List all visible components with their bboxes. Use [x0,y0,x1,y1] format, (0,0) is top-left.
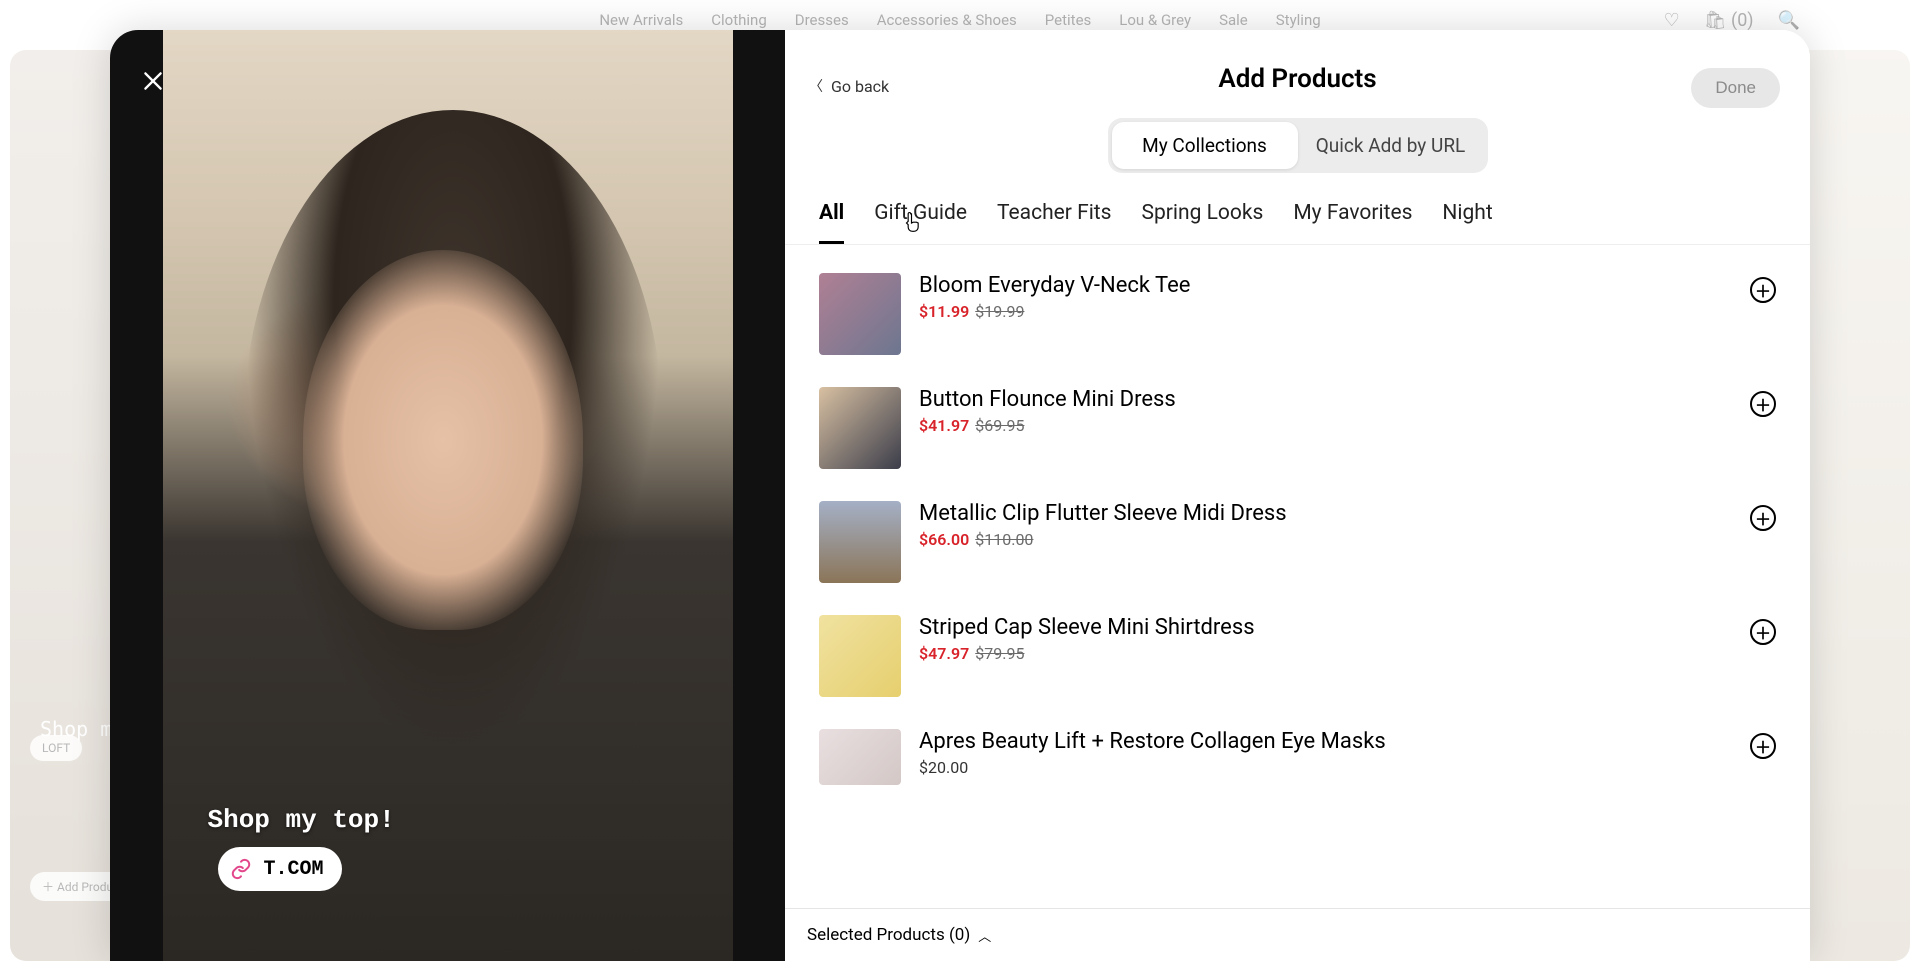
cat-tab-gift-guide[interactable]: Gift Guide [874,201,967,244]
product-info: Apres Beauty Lift + Restore Collagen Eye… [919,729,1732,777]
add-product-button[interactable]: ＋ [1750,505,1776,531]
cat-tab-all[interactable]: All [819,201,844,244]
tab-quick-add-url[interactable]: Quick Add by URL [1298,122,1484,169]
tab-my-collections[interactable]: My Collections [1112,122,1298,169]
product-price: $66.00$110.00 [919,530,1732,549]
story-video-frame[interactable]: Shop my top! T.COM [163,30,733,961]
product-name: Bloom Everyday V-Neck Tee [919,273,1732,298]
portrait-face [303,250,583,630]
product-name: Apres Beauty Lift + Restore Collagen Eye… [919,729,1732,754]
product-list[interactable]: Bloom Everyday V-Neck Tee $11.99$19.99 ＋… [785,245,1810,908]
cat-tab-teacher-fits[interactable]: Teacher Fits [997,201,1112,244]
product-info: Button Flounce Mini Dress $41.97$69.95 [919,387,1732,435]
product-price: $11.99$19.99 [919,302,1732,321]
selected-products-label: Selected Products (0) [807,925,970,945]
go-back-label: Go back [831,77,889,96]
cat-tab-my-favorites[interactable]: My Favorites [1293,201,1412,244]
link-icon [228,856,254,882]
product-info: Bloom Everyday V-Neck Tee $11.99$19.99 [919,273,1732,321]
segmented-control: My Collections Quick Add by URL [1108,118,1488,173]
product-thumb[interactable] [819,501,901,583]
video-caption: Shop my top! [208,805,395,835]
video-link-chip[interactable]: T.COM [218,847,342,891]
chevron-up-icon: ︿ [978,926,991,945]
product-name: Metallic Clip Flutter Sleeve Midi Dress [919,501,1732,526]
add-product-button[interactable]: ＋ [1750,391,1776,417]
cat-tab-spring-looks[interactable]: Spring Looks [1142,201,1264,244]
go-back-button[interactable]: 〈 Go back [809,76,889,96]
product-price: $20.00 [919,758,1732,777]
product-row: Bloom Everyday V-Neck Tee $11.99$19.99 ＋ [819,263,1776,377]
selected-products-bar[interactable]: Selected Products (0) ︿ [785,908,1810,961]
product-name: Button Flounce Mini Dress [919,387,1732,412]
panel-header: 〈 Go back Add Products Done [785,30,1810,112]
video-panel: Shop my top! T.COM [110,30,785,961]
add-product-button[interactable]: ＋ [1750,733,1776,759]
product-row: Metallic Clip Flutter Sleeve Midi Dress … [819,491,1776,605]
cat-tab-night[interactable]: Night [1442,201,1492,244]
page-title: Add Products [1218,64,1376,94]
product-row: Striped Cap Sleeve Mini Shirtdress $47.9… [819,605,1776,719]
product-price: $41.97$69.95 [919,416,1732,435]
product-thumb[interactable] [819,273,901,355]
add-product-button[interactable]: ＋ [1750,619,1776,645]
done-button[interactable]: Done [1691,68,1780,108]
content-panel: 〈 Go back Add Products Done My Collectio… [785,30,1810,961]
product-info: Metallic Clip Flutter Sleeve Midi Dress … [919,501,1732,549]
video-link-text: T.COM [264,858,324,881]
add-products-modal: Shop my top! T.COM 〈 Go back Add Product… [110,30,1810,961]
close-icon[interactable] [140,68,166,100]
product-thumb[interactable] [819,729,901,785]
product-info: Striped Cap Sleeve Mini Shirtdress $47.9… [919,615,1732,663]
chevron-left-icon: 〈 [809,76,823,96]
category-tabs: All Gift Guide Teacher Fits Spring Looks… [785,187,1810,245]
add-product-button[interactable]: ＋ [1750,277,1776,303]
product-price: $47.97$79.95 [919,644,1732,663]
product-thumb[interactable] [819,615,901,697]
product-thumb[interactable] [819,387,901,469]
product-name: Striped Cap Sleeve Mini Shirtdress [919,615,1732,640]
product-row: Apres Beauty Lift + Restore Collagen Eye… [819,719,1776,807]
product-row: Button Flounce Mini Dress $41.97$69.95 ＋ [819,377,1776,491]
